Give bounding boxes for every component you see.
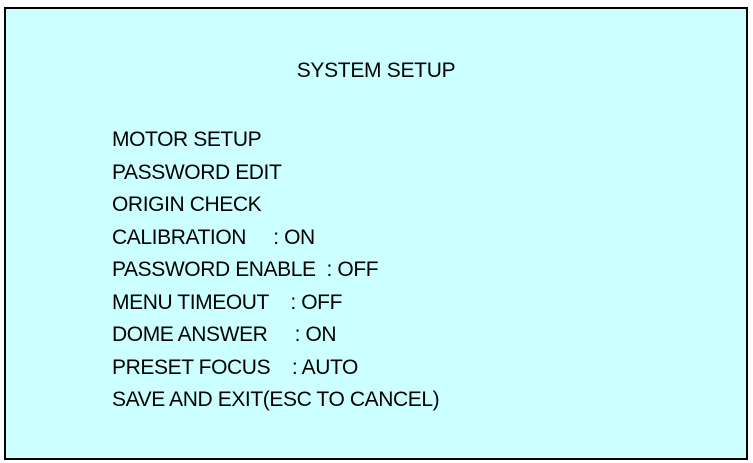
osd-menu-panel: SYSTEM SETUP MOTOR SETUP PASSWORD EDIT O… — [4, 7, 748, 460]
menu-item-dome-answer[interactable]: DOME ANSWER : ON — [112, 319, 439, 352]
menu-item-menu-timeout[interactable]: MENU TIMEOUT : OFF — [112, 287, 439, 320]
menu-item-calibration[interactable]: CALIBRATION : ON — [112, 222, 439, 255]
menu-title: SYSTEM SETUP — [296, 59, 456, 82]
menu-item-password-enable[interactable]: PASSWORD ENABLE : OFF — [112, 254, 439, 287]
menu-item-preset-focus[interactable]: PRESET FOCUS : AUTO — [112, 352, 439, 385]
menu-item-password-edit[interactable]: PASSWORD EDIT — [112, 157, 439, 190]
menu-item-origin-check[interactable]: ORIGIN CHECK — [112, 189, 439, 222]
menu-item-save-and-exit[interactable]: SAVE AND EXIT(ESC TO CANCEL) — [112, 384, 440, 417]
menu-item-motor-setup[interactable]: MOTOR SETUP — [112, 124, 439, 157]
menu-list: MOTOR SETUP PASSWORD EDIT ORIGIN CHECK C… — [112, 124, 440, 417]
